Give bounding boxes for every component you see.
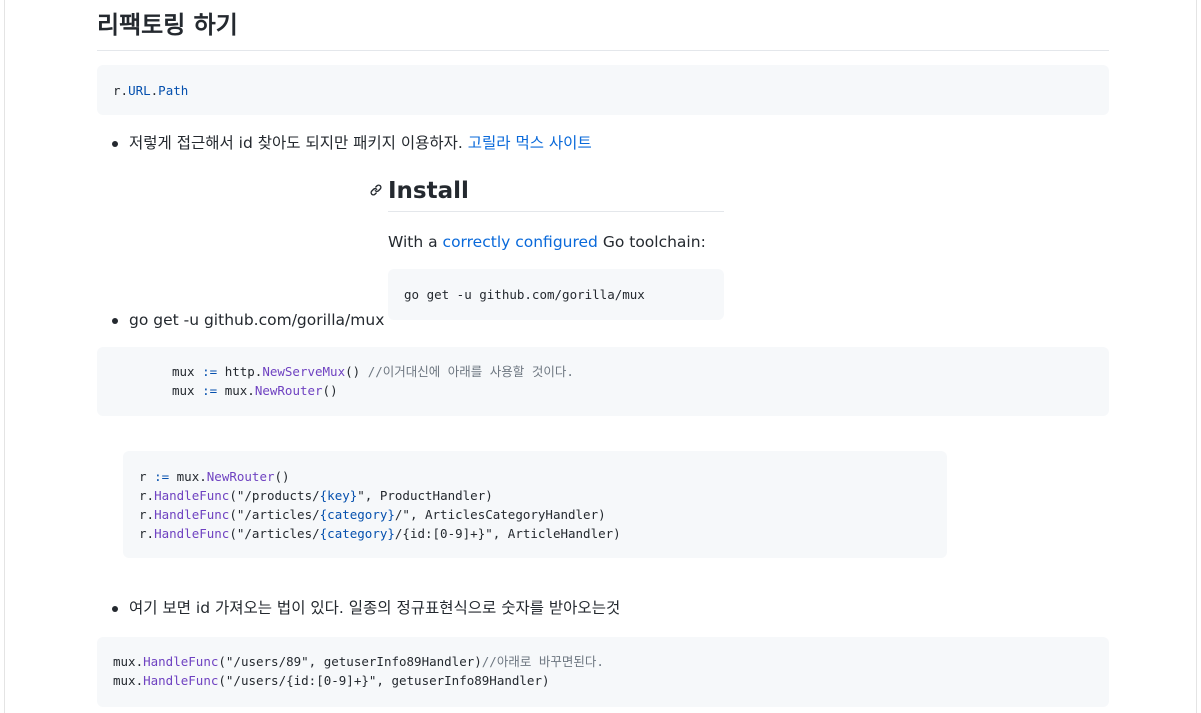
list-item: go get -u github.com/gorilla/mux xyxy=(111,309,385,331)
list-item-text: 저렇게 접근해서 id 찾아도 되지만 패키지 이용하자. xyxy=(129,134,468,152)
code-token: := xyxy=(202,383,218,398)
code-token: ("/products/ xyxy=(229,488,320,503)
section-heading: 리팩토링 하기 xyxy=(97,8,1109,51)
code-token: {category} xyxy=(319,507,395,522)
code-token: := xyxy=(154,469,170,484)
code-token: ", ProductHandler) xyxy=(357,488,493,503)
code-token: r. xyxy=(139,488,155,503)
correctly-configured-link[interactable]: correctly configured xyxy=(443,233,598,251)
code-token: r xyxy=(139,469,155,484)
code-token: () xyxy=(345,364,368,379)
code-block-handle-func: r := mux.NewRouter() r.HandleFunc("/prod… xyxy=(123,451,947,558)
code-token: ("/articles/ xyxy=(229,507,320,522)
list-item: 여기 보면 id 가져오는 법이 있다. 일종의 정규표현식으로 숫자를 받아오… xyxy=(111,597,621,619)
code-token: /{id:[0-9]+}", ArticleHandler) xyxy=(394,526,621,541)
code-token: mux. xyxy=(113,654,144,669)
code-token: r. xyxy=(139,507,155,522)
code-token: mux xyxy=(172,383,203,398)
code-token: mux. xyxy=(113,673,144,688)
code-token: mux. xyxy=(169,469,207,484)
install-command-block: go get -u github.com/gorilla/mux xyxy=(388,269,724,320)
code-token: HandleFunc xyxy=(154,488,230,503)
list-item-text: go get -u github.com/gorilla/mux xyxy=(129,311,385,329)
code-token: r. xyxy=(139,526,155,541)
code-token: NewRouter xyxy=(254,383,323,398)
code-token: HandleFunc xyxy=(154,507,230,522)
code-token: := xyxy=(202,364,218,379)
code-token: HandleFunc xyxy=(154,526,230,541)
code-token: NewRouter xyxy=(206,469,275,484)
code-token: mux. xyxy=(217,383,255,398)
list-item-text: 여기 보면 id 가져오는 법이 있다. 일종의 정규표현식으로 숫자를 받아오… xyxy=(129,599,621,617)
list-item: 저렇게 접근해서 id 찾아도 되지만 패키지 이용하자. 고릴라 먹스 사이트 xyxy=(112,132,592,154)
code-token: () xyxy=(322,383,338,398)
code-token: Path xyxy=(158,83,189,98)
code-block-users-route: mux.HandleFunc("/users/89", getuserInfo8… xyxy=(97,637,1109,707)
install-command: go get -u github.com/gorilla/mux xyxy=(404,287,645,302)
code-token: HandleFunc xyxy=(143,654,219,669)
code-token: mux xyxy=(172,364,203,379)
install-text: Go toolchain: xyxy=(597,233,706,251)
install-paragraph: With a correctly configured Go toolchain… xyxy=(388,231,706,253)
code-token: {category} xyxy=(319,526,395,541)
code-block-url-path: r.URL.Path xyxy=(97,65,1109,115)
install-heading: Install xyxy=(388,176,724,212)
code-block-new-router: mux := http.NewServeMux() //이거대신에 아래를 사용… xyxy=(97,347,1109,416)
code-token: ("/users/{id:[0-9]+}", getuserInfo89Hand… xyxy=(218,673,550,688)
code-token: HandleFunc xyxy=(143,673,219,688)
code-comment: //이거대신에 아래를 사용할 것이다. xyxy=(367,364,574,379)
code-comment: //아래로 바꾸면된다. xyxy=(481,654,604,669)
code-token: ("/users/89", getuserInfo89Handler) xyxy=(218,654,482,669)
gorilla-mux-site-link[interactable]: 고릴라 먹스 사이트 xyxy=(468,134,592,152)
code-token: http. xyxy=(217,364,263,379)
code-token: {key} xyxy=(319,488,358,503)
code-token: NewServeMux xyxy=(262,364,346,379)
link-icon[interactable] xyxy=(369,183,383,201)
code-token: /", ArticlesCategoryHandler) xyxy=(394,507,606,522)
code-token: URL xyxy=(128,83,151,98)
install-text: With a xyxy=(388,233,443,251)
code-token: ("/articles/ xyxy=(229,526,320,541)
code-token: () xyxy=(274,469,290,484)
code-token: r. xyxy=(113,83,129,98)
